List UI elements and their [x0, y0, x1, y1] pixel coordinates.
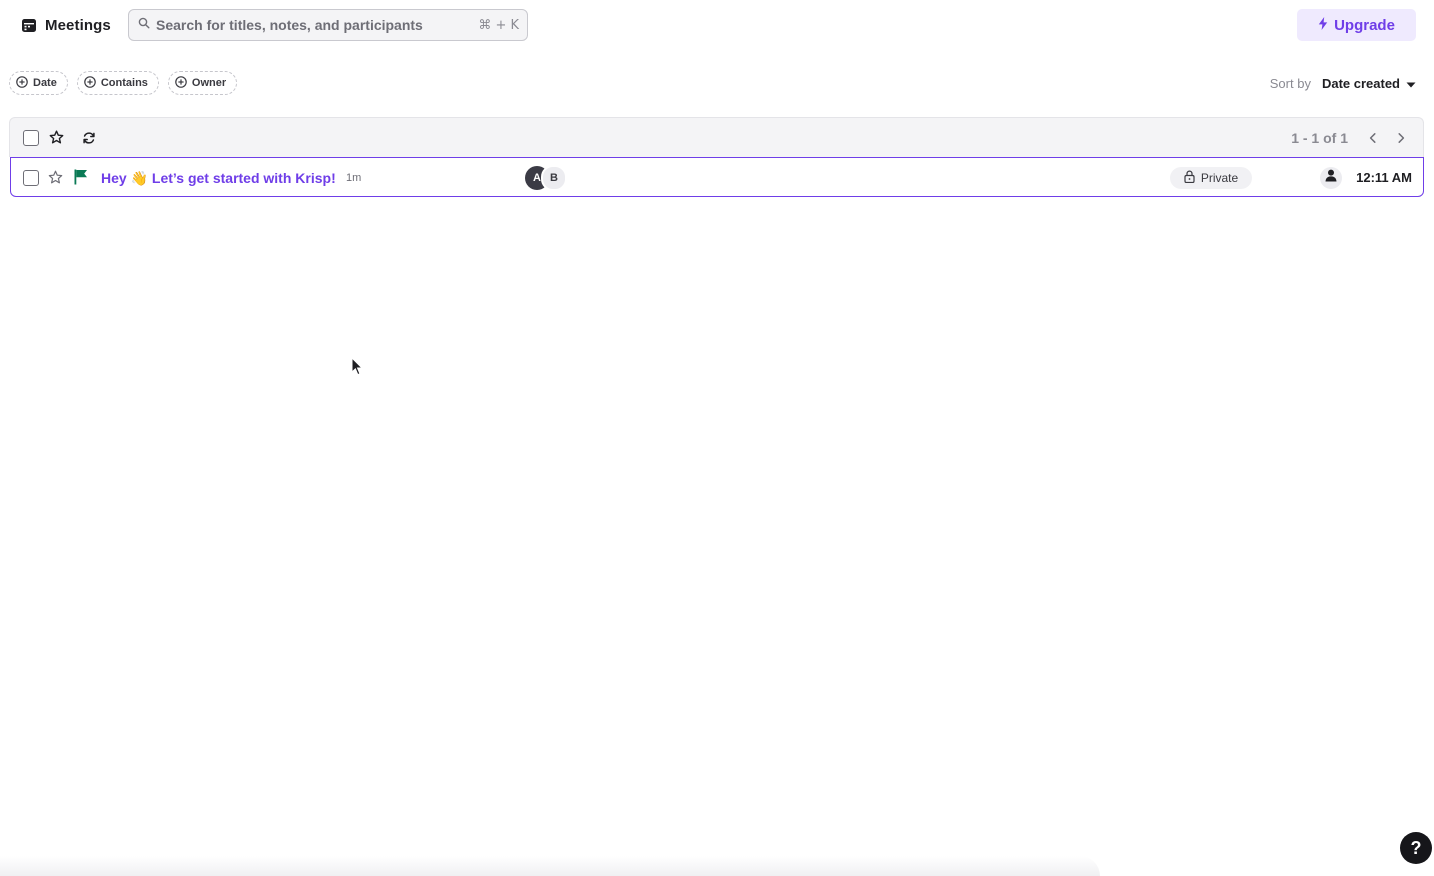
calendar-icon: [21, 17, 37, 33]
filter-chip-owner[interactable]: Owner: [167, 71, 238, 95]
pagination: 1 - 1 of 1: [1291, 128, 1408, 148]
plus-circle-icon: [175, 75, 187, 91]
star-icon[interactable]: [49, 130, 64, 145]
table-toolbar: 1 - 1 of 1: [9, 117, 1424, 157]
search-shortcut: ⌘ + K: [478, 17, 519, 33]
mouse-cursor-icon: [351, 356, 364, 376]
visibility-label: Private: [1200, 171, 1239, 185]
chevron-left-icon[interactable]: [1366, 131, 1380, 145]
avatar: B: [541, 165, 567, 191]
lock-icon: [1184, 170, 1195, 186]
filter-chip-label: Date: [33, 77, 57, 89]
visibility-badge[interactable]: Private: [1170, 167, 1252, 189]
caret-down-icon: [1406, 76, 1416, 91]
sort-control: Sort by Date created: [1270, 73, 1416, 93]
plus-circle-icon: [84, 75, 96, 91]
page-title: Meetings: [45, 16, 111, 34]
sort-label: Sort by: [1269, 75, 1311, 91]
meeting-duration: 1m: [346, 172, 362, 184]
filter-chip-label: Contains: [100, 77, 148, 89]
table-row[interactable]: Hey 👋 Let’s get started with Krisp! 1m A…: [10, 157, 1424, 197]
owner-avatar: [1320, 167, 1342, 189]
help-button[interactable]: ?: [1400, 832, 1432, 864]
refresh-icon[interactable]: [82, 131, 96, 145]
page-count: 1 - 1 of 1: [1291, 130, 1348, 146]
filter-chip-label: Owner: [191, 77, 227, 89]
search-box[interactable]: ⌘ + K: [128, 9, 528, 41]
search-input[interactable]: [156, 17, 479, 33]
brand: Meetings: [21, 14, 111, 36]
plus-circle-icon: [16, 75, 28, 91]
row-checkbox[interactable]: [23, 170, 39, 186]
user-icon: [1325, 169, 1337, 187]
top-header: Meetings ⌘ + K Upgrade: [0, 0, 1434, 50]
chevron-right-icon[interactable]: [1394, 131, 1408, 145]
search-icon: [138, 16, 150, 34]
star-icon[interactable]: [48, 170, 63, 185]
sort-dropdown[interactable]: Date created: [1322, 76, 1416, 91]
bottom-shadow: [0, 856, 1100, 876]
meeting-time: 12:11 AM: [1356, 170, 1412, 185]
select-all-checkbox[interactable]: [23, 130, 39, 146]
upgrade-button[interactable]: Upgrade: [1297, 9, 1416, 41]
participant-avatars: A B: [525, 165, 575, 191]
lightning-icon: [1318, 16, 1328, 34]
filter-chip-date[interactable]: Date: [9, 71, 68, 95]
filter-bar: Date Contains Owner: [9, 71, 238, 95]
flag-icon: [73, 169, 88, 185]
upgrade-label: Upgrade: [1334, 16, 1395, 34]
sort-value: Date created: [1321, 75, 1400, 91]
filter-chip-contains[interactable]: Contains: [76, 71, 159, 95]
meeting-title-link[interactable]: Hey 👋 Let’s get started with Krisp!: [101, 169, 336, 187]
